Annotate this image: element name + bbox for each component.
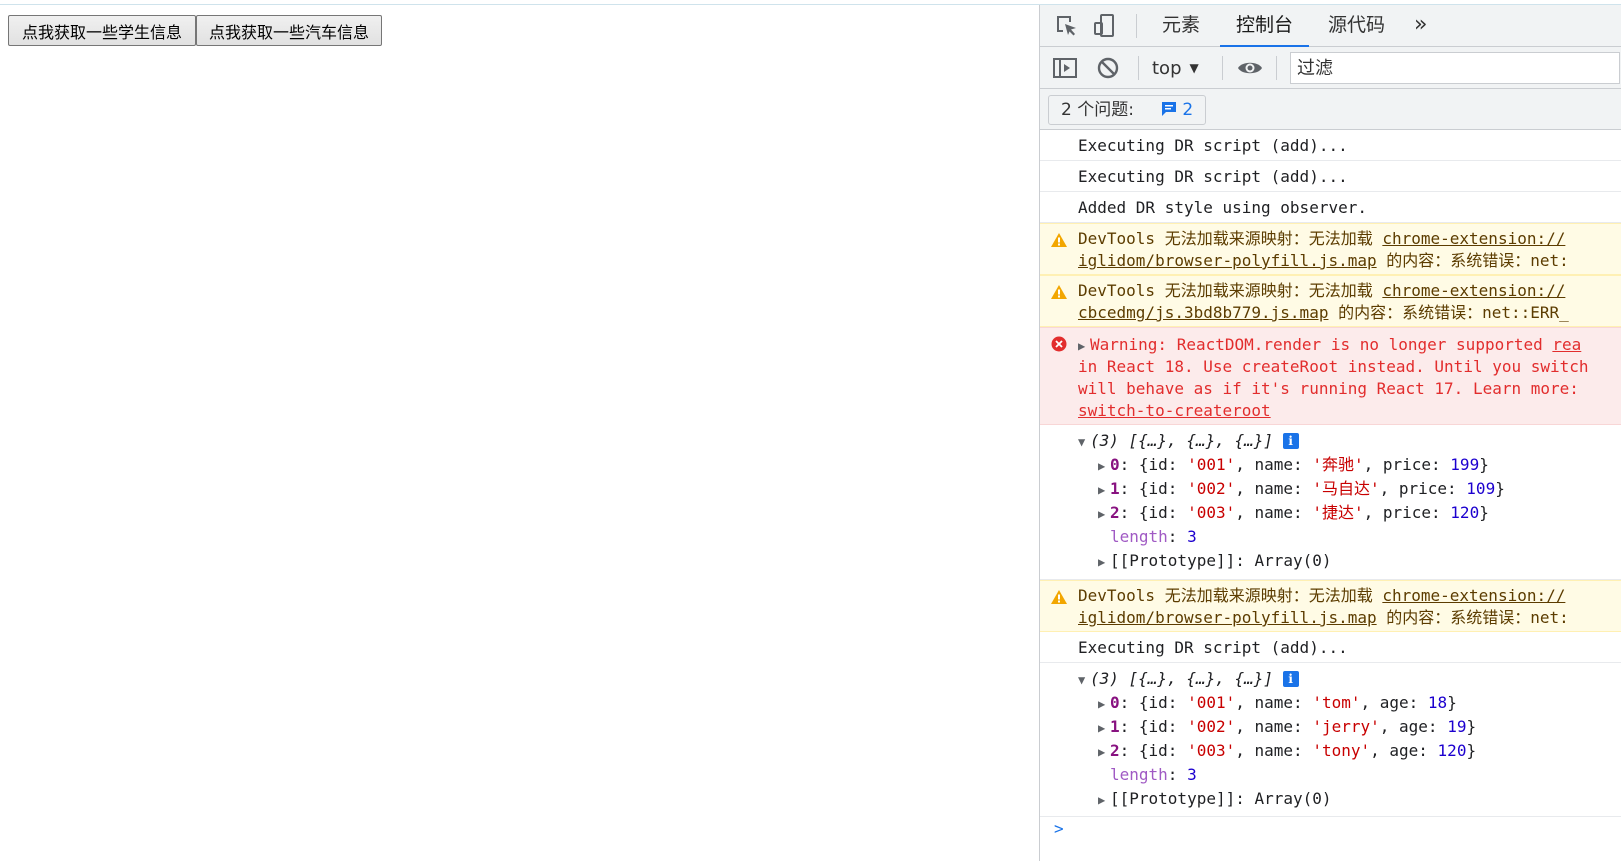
get-students-button[interactable]: 点我获取一些学生信息 <box>8 15 196 46</box>
tab-separator <box>1136 14 1137 38</box>
console-toolbar: top ▼ <box>1040 47 1621 89</box>
collapse-triangle-icon: ▼ <box>1078 673 1086 687</box>
console-warning: DevTools 无法加载来源映射：无法加载 chrome-extension:… <box>1040 275 1621 327</box>
message-text: Executing DR script (add)... <box>1078 638 1348 657</box>
tab-elements[interactable]: 元素 <box>1160 5 1202 47</box>
tab-sources[interactable]: 源代码 <box>1326 5 1387 47</box>
expand-triangle-icon: ▶ <box>1098 745 1106 759</box>
array-prototype[interactable]: ▶ [[Prototype]]: Array(0) <box>1098 550 1332 573</box>
toolbar-separator <box>1138 56 1139 80</box>
array-item[interactable]: ▶ 0: {id: '001', name: '奔驰', price: 199} <box>1098 454 1489 477</box>
error-text: Warning: ReactDOM.render is no longer su… <box>1090 335 1553 354</box>
array-item[interactable]: ▶ 2: {id: '003', name: '捷达', price: 120} <box>1098 502 1489 525</box>
array-header[interactable]: ▼ (3) [{…}, {…}, {…}] i <box>1078 430 1299 453</box>
context-value: top <box>1152 58 1182 79</box>
array-prototype[interactable]: ▶ [[Prototype]]: Array(0) <box>1098 788 1332 811</box>
message-text: Executing DR script (add)... <box>1078 136 1348 155</box>
source-link[interactable]: chrome-extension:// <box>1382 586 1565 605</box>
warning-text: DevTools 无法加载来源映射：无法加载 <box>1078 229 1383 248</box>
warning-icon <box>1051 285 1067 299</box>
error-docs-link[interactable]: switch-to-createroot <box>1078 400 1271 422</box>
issues-count: 2 <box>1182 100 1194 120</box>
expand-triangle-icon: ▶ <box>1098 459 1106 473</box>
issues-icon <box>1162 102 1176 116</box>
context-select[interactable]: top ▼ <box>1152 56 1199 80</box>
array-summary: (3) [{…}, {…}, {…}] <box>1090 669 1274 688</box>
error-icon <box>1051 336 1067 352</box>
issues-label: 2 个问题: <box>1061 100 1134 120</box>
source-link[interactable]: cbcedmg/js.3bd8b779.js.map <box>1078 303 1328 322</box>
source-link[interactable]: iglidom/browser-polyfill.js.map <box>1078 608 1377 627</box>
warning-text: 的内容：系统错误：net::ERR_ <box>1328 303 1569 322</box>
warning-text: DevTools 无法加载来源映射：无法加载 <box>1078 586 1383 605</box>
more-tabs-button[interactable]: » <box>1412 5 1429 47</box>
message-text: Executing DR script (add)... <box>1078 167 1348 186</box>
warning-text: 的内容：系统错误：net: <box>1376 251 1569 270</box>
clear-console-icon[interactable] <box>1096 56 1122 82</box>
warning-text: DevTools 无法加载来源映射：无法加载 <box>1078 281 1383 300</box>
array-item[interactable]: ▶ 1: {id: '002', name: '马自达', price: 109} <box>1098 478 1505 501</box>
expand-triangle-icon: ▶ <box>1098 555 1106 569</box>
toolbar-separator <box>1222 56 1223 80</box>
warning-text: 的内容：系统错误：net: <box>1376 608 1569 627</box>
collapse-triangle-icon: ▼ <box>1078 435 1086 449</box>
filter-input[interactable] <box>1290 52 1620 84</box>
error-text: will behave as if it's running React 17.… <box>1078 379 1579 398</box>
devtools-tabbar: 元素 控制台 源代码 » <box>1040 5 1621 47</box>
console-message: Executing DR script (add)... <box>1040 130 1621 161</box>
console-prompt[interactable]: > <box>1054 819 1064 838</box>
console-message: Executing DR script (add)... <box>1040 161 1621 192</box>
source-link[interactable]: chrome-extension:// <box>1382 229 1565 248</box>
expand-triangle-icon: ▶ <box>1098 793 1106 807</box>
info-icon: i <box>1282 671 1299 687</box>
source-link[interactable]: iglidom/browser-polyfill.js.map <box>1078 251 1377 270</box>
error-text: in React 18. Use createRoot instead. Unt… <box>1078 357 1589 376</box>
warning-icon <box>1051 233 1067 247</box>
devtools-panel: 元素 控制台 源代码 » top▼ 2 个问题: 2 Execut <box>1039 5 1621 861</box>
expand-triangle-icon: ▶ <box>1098 721 1106 735</box>
console-warning: DevTools 无法加载来源映射：无法加载 chrome-extension:… <box>1040 223 1621 275</box>
issues-button[interactable]: 2 个问题: 2 <box>1048 95 1206 125</box>
console-object: ▼ (3) [{…}, {…}, {…}] i ▶ 0: {id: '001', n… <box>1040 663 1621 817</box>
live-expression-icon[interactable] <box>1236 56 1262 82</box>
array-item[interactable]: ▶ 0: {id: '001', name: 'tom', age: 18} <box>1098 692 1457 715</box>
array-length: length: 3 <box>1110 527 1197 546</box>
get-cars-button[interactable]: 点我获取一些汽车信息 <box>196 15 382 46</box>
page-viewport: 点我获取一些学生信息 点我获取一些汽车信息 <box>0 5 1040 861</box>
array-item[interactable]: ▶ 1: {id: '002', name: 'jerry', age: 19} <box>1098 716 1476 739</box>
show-sidebar-icon[interactable] <box>1052 56 1078 82</box>
warning-icon <box>1051 590 1067 604</box>
array-length: length: 3 <box>1110 765 1197 784</box>
console-message: Added DR style using observer. <box>1040 192 1621 223</box>
issues-bar: 2 个问题: 2 <box>1040 89 1621 130</box>
toolbar-separator <box>1276 56 1277 80</box>
expand-triangle-icon: ▶ <box>1098 697 1106 711</box>
console-message: Executing DR script (add)... <box>1040 632 1621 663</box>
array-summary: (3) [{…}, {…}, {…}] <box>1090 431 1274 450</box>
expand-triangle-icon: ▶ <box>1098 483 1106 497</box>
console-output: Executing DR script (add)... Executing D… <box>1040 130 1621 861</box>
source-link[interactable]: chrome-extension:// <box>1382 281 1565 300</box>
inspect-element-icon[interactable] <box>1054 13 1080 39</box>
expand-triangle-icon: ▶ <box>1098 507 1106 521</box>
array-header[interactable]: ▼ (3) [{…}, {…}, {…}] i <box>1078 668 1299 691</box>
message-text: Added DR style using observer. <box>1078 198 1367 217</box>
expand-triangle-icon[interactable]: ▶ <box>1078 335 1090 357</box>
tab-console[interactable]: 控制台 <box>1220 5 1310 47</box>
device-toolbar-icon[interactable] <box>1092 13 1118 39</box>
array-item[interactable]: ▶ 2: {id: '003', name: 'tony', age: 120} <box>1098 740 1476 763</box>
issues-count-badge: 2 <box>1161 96 1193 124</box>
console-error: ▶ Warning: ReactDOM.render is no longer s… <box>1040 327 1621 425</box>
console-object: ▼ (3) [{…}, {…}, {…}] i ▶ 0: {id: '001', n… <box>1040 425 1621 580</box>
console-warning: DevTools 无法加载来源映射：无法加载 chrome-extension:… <box>1040 580 1621 632</box>
info-icon: i <box>1282 433 1299 449</box>
source-link[interactable]: rea <box>1552 335 1581 354</box>
chevron-down-icon: ▼ <box>1189 61 1199 75</box>
